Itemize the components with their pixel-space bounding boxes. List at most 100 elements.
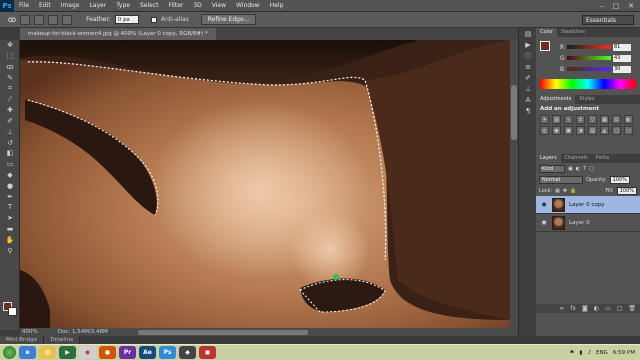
fill-input[interactable]: 100% (616, 186, 637, 195)
premiere-app-icon[interactable]: Pr (119, 346, 136, 359)
menu-filter[interactable]: Filter (164, 2, 189, 9)
menu-help[interactable]: Help (265, 2, 289, 9)
color-spectrum[interactable] (540, 79, 636, 89)
app-icon-9[interactable]: ◆ (179, 346, 196, 359)
maximize-button[interactable]: □ (613, 2, 620, 10)
menu-file[interactable]: File (14, 2, 34, 9)
delete-layer-icon[interactable]: 🗑 (628, 305, 636, 312)
menu-edit[interactable]: Edit (34, 2, 56, 9)
marquee-tool-icon[interactable]: ⬚ (0, 51, 20, 62)
tab-layers[interactable]: Layers (536, 154, 561, 163)
type-tool-icon[interactable]: T (0, 202, 20, 213)
zoom-level[interactable]: 400% (22, 329, 38, 335)
slider-blue[interactable]: B 30 (560, 65, 638, 73)
tab-adjustments[interactable]: Adjustments (536, 95, 576, 104)
new-selection-button[interactable] (20, 14, 31, 25)
levels-icon[interactable]: ▥ (552, 115, 561, 124)
visibility-eye-icon[interactable]: ◉ (540, 219, 548, 226)
eyedropper-icon[interactable]: ⁄ (0, 94, 20, 105)
color-lookup-icon[interactable]: ▣ (564, 126, 573, 135)
brightness-contrast-icon[interactable]: ☀ (540, 115, 549, 124)
refine-edge-button[interactable]: Refine Edge... (200, 14, 257, 25)
threshold-icon[interactable]: ◭ (600, 126, 609, 135)
intersect-selection-button[interactable] (62, 14, 73, 25)
background-color-swatch[interactable] (8, 307, 17, 316)
new-group-icon[interactable]: ▭ (605, 305, 611, 312)
doc-size[interactable]: Doc: 1.54M/3.48M (58, 329, 108, 335)
quick-select-icon[interactable]: ✎ (0, 72, 20, 83)
black-white-icon[interactable]: ◐ (624, 115, 633, 124)
tab-paths[interactable]: Paths (592, 154, 614, 163)
layer-filter-kind[interactable]: Kind (539, 164, 565, 173)
close-button[interactable]: ✕ (628, 2, 634, 10)
filter-adjustment-icon[interactable]: ◐ (576, 166, 580, 172)
filter-type-icon[interactable]: T (583, 166, 586, 172)
gradient-map-icon[interactable]: ▭ (624, 126, 633, 135)
link-layers-icon[interactable]: ∞ (559, 305, 564, 312)
lasso-tool-icon[interactable]: ꝏ (8, 15, 16, 24)
color-balance-icon[interactable]: ⚖ (612, 115, 621, 124)
firefox-app-icon[interactable]: ● (99, 346, 116, 359)
language-indicator[interactable]: ENG (596, 350, 608, 356)
ae-app-icon[interactable]: Ae (139, 346, 156, 359)
slider-green[interactable]: G 43 (560, 54, 638, 62)
antialias-checkbox[interactable] (150, 16, 157, 23)
properties-icon[interactable]: ≡ (519, 61, 537, 72)
minimize-button[interactable]: – (600, 2, 604, 10)
lock-all-icon[interactable]: 🔒 (570, 188, 576, 194)
tab-color[interactable]: Color (536, 28, 558, 37)
clone-stamp-icon[interactable]: ⊥ (0, 126, 20, 137)
vertical-scrollbar[interactable] (510, 40, 518, 328)
chrome-app-icon[interactable]: ◉ (79, 346, 96, 359)
slider-green-track[interactable] (567, 56, 611, 60)
menu-layer[interactable]: Layer (84, 2, 111, 9)
posterize-icon[interactable]: ▤ (588, 126, 597, 135)
clock[interactable]: 6:59 PM (613, 350, 635, 356)
layer-row-layer-0-copy[interactable]: ◉ Layer 0 copy (536, 196, 640, 214)
character-icon[interactable]: A (519, 94, 537, 105)
hand-tool-icon[interactable]: ✋ (0, 234, 20, 245)
document-tab[interactable]: makeup-for-black-women4.jpg @ 400% (Laye… (20, 28, 216, 40)
history-icon[interactable]: ▤ (519, 28, 537, 39)
slider-red-track[interactable] (567, 45, 611, 49)
actions-icon[interactable]: ▶ (519, 39, 537, 50)
menu-select[interactable]: Select (135, 2, 164, 9)
lock-pixels-icon[interactable]: ▦ (555, 188, 560, 194)
tab-channels[interactable]: Channels (561, 154, 592, 163)
slider-blue-track[interactable] (567, 67, 611, 71)
menu-view[interactable]: View (207, 2, 231, 9)
tab-timeline[interactable]: Timeline (43, 336, 81, 344)
lock-position-icon[interactable]: ✥ (563, 188, 567, 194)
visibility-eye-icon[interactable]: ◉ (540, 201, 548, 208)
filter-shape-icon[interactable]: ▢ (589, 166, 594, 172)
vibrance-icon[interactable]: ▽ (588, 115, 597, 124)
app-icon-10[interactable]: ◼ (199, 346, 216, 359)
media-app-icon[interactable]: ▶ (59, 346, 76, 359)
new-layer-icon[interactable]: ▢ (617, 305, 623, 312)
clone-source-icon[interactable]: ⊥ (519, 83, 537, 94)
vertical-scroll-thumb[interactable] (511, 85, 517, 140)
pen-tool-icon[interactable]: ✒ (0, 191, 20, 202)
tab-mini-bridge[interactable]: Mini Bridge (0, 336, 44, 344)
blur-tool-icon[interactable]: ◆ (0, 170, 20, 181)
explorer-app-icon[interactable]: ▤ (39, 346, 56, 359)
menu-3d[interactable]: 3D (188, 2, 206, 9)
lasso-icon[interactable]: ꝏ (0, 62, 20, 73)
filter-pixel-icon[interactable]: ▣ (568, 166, 573, 172)
brush-tool-icon[interactable]: ✐ (0, 116, 20, 127)
tray-volume-icon[interactable]: ♪ (587, 350, 591, 356)
add-selection-button[interactable] (34, 14, 45, 25)
exposure-icon[interactable]: ± (576, 115, 585, 124)
menu-type[interactable]: Type (111, 2, 135, 9)
healing-brush-icon[interactable]: ✚ (0, 105, 20, 116)
invert-icon[interactable]: ◑ (576, 126, 585, 135)
layer-style-icon[interactable]: fx (570, 305, 576, 312)
tray-network-icon[interactable]: ▮ (579, 350, 582, 356)
slider-red[interactable]: R 81 (560, 43, 638, 51)
crop-tool-icon[interactable]: ⌗ (0, 83, 20, 94)
horizontal-scroll-thumb[interactable] (137, 329, 308, 335)
dodge-tool-icon[interactable]: ● (0, 180, 20, 191)
new-adjustment-icon[interactable]: ◐ (594, 305, 599, 312)
slider-red-value[interactable]: 81 (613, 43, 631, 51)
channel-mixer-icon[interactable]: ◉ (552, 126, 561, 135)
